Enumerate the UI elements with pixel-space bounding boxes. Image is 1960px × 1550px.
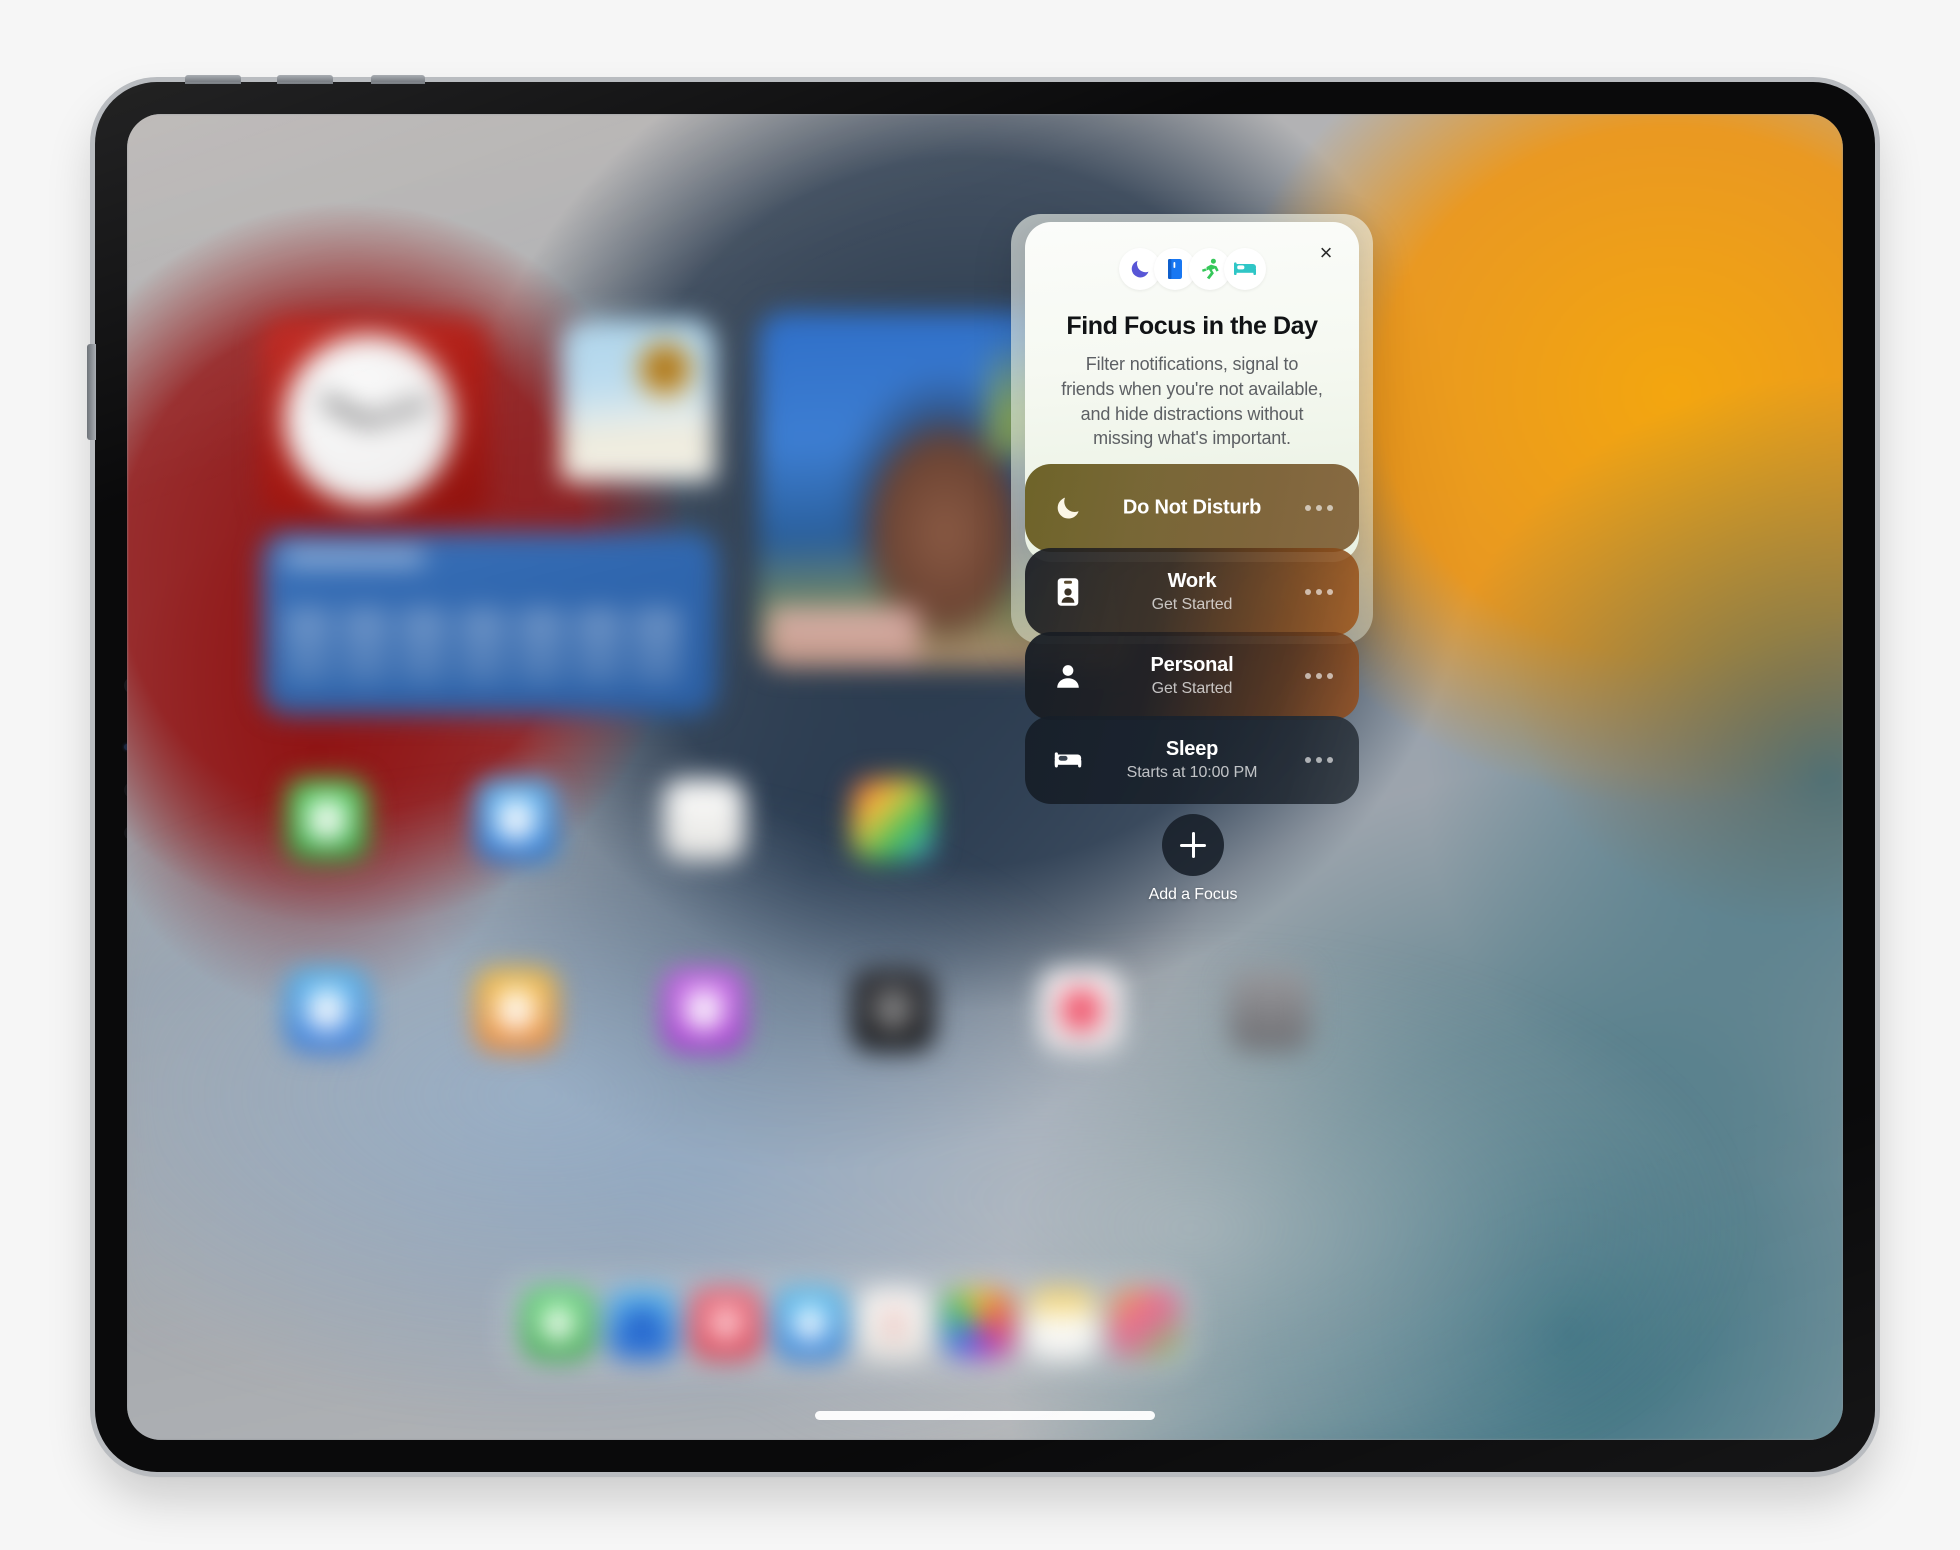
forecast-column bbox=[400, 608, 449, 686]
mail-app-icon[interactable] bbox=[475, 969, 557, 1051]
focus-item-do-not-disturb[interactable]: Do Not Disturb bbox=[1025, 464, 1359, 552]
home-indicator[interactable] bbox=[815, 1411, 1155, 1420]
focus-item-name: Sleep bbox=[1165, 738, 1219, 760]
messages-app-icon[interactable] bbox=[286, 779, 368, 861]
messages-glyph-icon bbox=[307, 799, 347, 841]
focus-item-work[interactable]: Work Get Started bbox=[1025, 548, 1359, 636]
facetime-app-icon[interactable] bbox=[475, 779, 557, 861]
focus-icon-row bbox=[1118, 248, 1266, 290]
safari-dock-glyph-icon bbox=[625, 1306, 659, 1342]
forecast-column bbox=[633, 608, 682, 686]
facetime-glyph-icon bbox=[496, 799, 536, 841]
mail-dock-glyph-icon bbox=[793, 1306, 827, 1342]
focus-item-name: Personal bbox=[1150, 654, 1234, 676]
clock-widget[interactable] bbox=[262, 319, 488, 519]
bed-icon bbox=[1051, 743, 1085, 777]
forecast-column bbox=[342, 608, 391, 686]
notes-dock-icon[interactable] bbox=[859, 1289, 929, 1359]
plus-icon bbox=[1162, 814, 1224, 876]
focus-item-more-button[interactable] bbox=[1305, 589, 1333, 595]
side-button[interactable] bbox=[87, 344, 96, 440]
more-dot-icon bbox=[1316, 673, 1322, 679]
focus-item-more-button[interactable] bbox=[1305, 673, 1333, 679]
camera-app-icon[interactable] bbox=[852, 969, 934, 1051]
mail-dock-icon[interactable] bbox=[775, 1289, 845, 1359]
ipad-device: × Find Focus in the Day Filter notificat… bbox=[87, 75, 1875, 1472]
clock-hour-hand-icon bbox=[319, 394, 372, 428]
homescreen-widgets-layer bbox=[127, 114, 1843, 1440]
photo-subject-clothing bbox=[769, 608, 919, 664]
more-dot-icon bbox=[1305, 589, 1311, 595]
person-icon bbox=[1051, 659, 1085, 693]
appstore-glyph-icon bbox=[307, 989, 347, 1031]
more-dot-icon bbox=[1327, 505, 1333, 511]
more-dot-icon bbox=[1316, 589, 1322, 595]
forecast-title-placeholder bbox=[284, 550, 424, 565]
moon-icon bbox=[1051, 491, 1085, 525]
more-dot-icon bbox=[1327, 673, 1333, 679]
more-dot-icon bbox=[1305, 673, 1311, 679]
close-icon[interactable]: × bbox=[1311, 238, 1341, 268]
forecast-widget[interactable] bbox=[262, 532, 717, 715]
more-dot-icon bbox=[1316, 505, 1322, 511]
focus-item-name: Work bbox=[1167, 570, 1217, 592]
weather-ground bbox=[561, 435, 715, 481]
safari-dock-icon[interactable] bbox=[607, 1289, 677, 1359]
forecast-column bbox=[458, 608, 507, 686]
focus-item-subtitle: Starts at 10:00 PM bbox=[1126, 764, 1258, 781]
notes-app-icon[interactable] bbox=[663, 779, 745, 861]
focus-item-sleep[interactable]: Sleep Starts at 10:00 PM bbox=[1025, 716, 1359, 804]
focus-item-subtitle: Get Started bbox=[1151, 596, 1233, 613]
more-dot-icon bbox=[1305, 757, 1311, 763]
forecast-column bbox=[284, 608, 332, 686]
volume-up-button[interactable] bbox=[185, 75, 241, 84]
focus-item-more-button[interactable] bbox=[1305, 505, 1333, 511]
appstore-app-icon[interactable] bbox=[286, 969, 368, 1051]
focus-item-more-button[interactable] bbox=[1305, 757, 1333, 763]
more-dot-icon bbox=[1316, 757, 1322, 763]
health-app-icon[interactable] bbox=[1040, 969, 1122, 1051]
health-glyph-icon bbox=[1061, 989, 1101, 1031]
more-dot-icon bbox=[1327, 589, 1333, 595]
notes-dock-glyph-icon bbox=[887, 1306, 901, 1342]
music-dock-glyph-icon bbox=[709, 1306, 743, 1342]
music-dock-icon[interactable] bbox=[691, 1289, 761, 1359]
settings-app-icon[interactable] bbox=[1229, 969, 1311, 1051]
sun-icon bbox=[637, 341, 693, 397]
add-focus-button[interactable]: Add a Focus bbox=[1147, 814, 1239, 904]
forecast-column bbox=[575, 608, 623, 686]
podcasts-glyph-icon bbox=[684, 989, 724, 1031]
more-dot-icon bbox=[1305, 505, 1311, 511]
volume-down-button[interactable] bbox=[277, 75, 333, 84]
clock-face-icon bbox=[284, 335, 454, 505]
card-description: Filter notifications, signal to friends … bbox=[1061, 354, 1323, 449]
card-title: Find Focus in the Day bbox=[1066, 312, 1318, 340]
ipad-screen: × Find Focus in the Day Filter notificat… bbox=[127, 114, 1843, 1440]
weather-widget[interactable] bbox=[561, 319, 715, 481]
power-button[interactable] bbox=[371, 75, 425, 84]
forecast-column bbox=[516, 608, 565, 686]
camera-glyph-icon bbox=[873, 989, 913, 1031]
id-badge-icon bbox=[1051, 575, 1085, 609]
messages-dock-glyph-icon bbox=[541, 1306, 575, 1342]
photos-dock-icon[interactable] bbox=[943, 1289, 1013, 1359]
dock bbox=[499, 1272, 1199, 1376]
shortcuts-dock-icon[interactable] bbox=[1111, 1289, 1181, 1359]
files-dock-icon[interactable] bbox=[1027, 1289, 1097, 1359]
add-focus-label: Add a Focus bbox=[1148, 886, 1238, 903]
focus-item-subtitle: Get Started bbox=[1151, 680, 1233, 697]
focus-item-personal[interactable]: Personal Get Started bbox=[1025, 632, 1359, 720]
focus-item-name: Do Not Disturb bbox=[1122, 496, 1262, 519]
clock-minute-hand-icon bbox=[364, 398, 430, 427]
more-dot-icon bbox=[1327, 757, 1333, 763]
page-root: × Find Focus in the Day Filter notificat… bbox=[0, 0, 1960, 1550]
keynote-app-icon[interactable] bbox=[852, 779, 934, 861]
podcasts-app-icon[interactable] bbox=[663, 969, 745, 1051]
bed-icon bbox=[1223, 248, 1266, 290]
mail-glyph-icon bbox=[496, 989, 536, 1031]
forecast-row bbox=[284, 608, 697, 686]
messages-dock-icon[interactable] bbox=[523, 1289, 593, 1359]
